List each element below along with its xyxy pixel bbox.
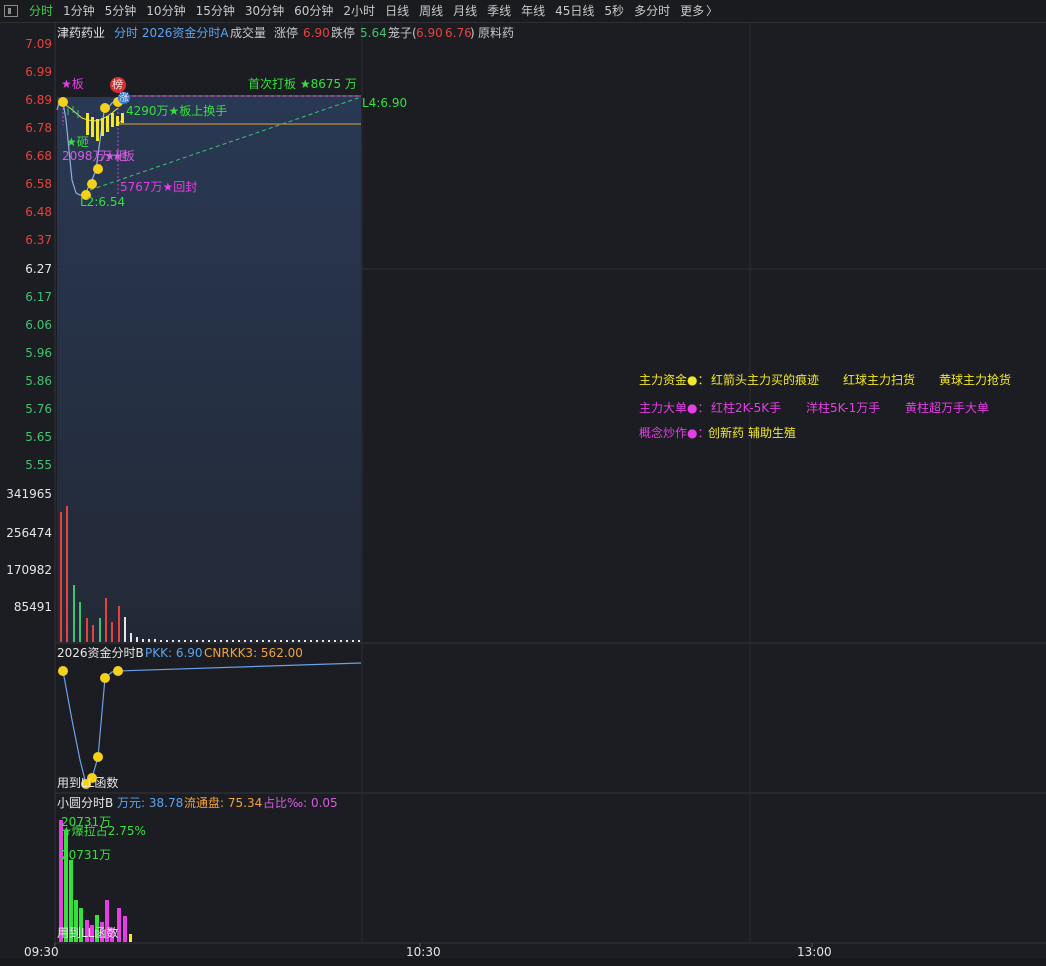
volume-tick: 341965 (6, 487, 52, 501)
time-tick: 09:30 (24, 945, 59, 959)
rank-badge: 榜 (112, 78, 123, 91)
price-tick: 6.48 (25, 205, 52, 219)
cage-value-2: 6.76 (445, 26, 472, 40)
cage-label: 笼子( (388, 26, 417, 40)
price-tick: 6.58 (25, 177, 52, 191)
volume-tick: 256474 (6, 526, 52, 540)
price-tick: 6.78 (25, 121, 52, 135)
volume-tick: 170982 (6, 563, 52, 577)
legend-title-concept: 概念炒作●： (639, 426, 710, 440)
price-tick: 6.99 (25, 65, 52, 79)
legend-item: 黄球主力抢货 (939, 373, 1012, 387)
l4-label: L4:6.90 (362, 96, 408, 110)
legend-item: 红柱2K-5K手 (711, 401, 782, 415)
chart-canvas (54, 22, 1046, 947)
legend-item: 红箭头主力买的痕迹 (711, 373, 820, 387)
burst-label: ★爆拉占2.75% (61, 824, 146, 838)
time-tick: 10:30 (406, 945, 441, 959)
price-tick: 5.96 (25, 346, 52, 360)
legend-title-orders: 主力大单●： (639, 401, 710, 415)
l2-label: L2:6.54 (80, 195, 126, 209)
price-marker (87, 179, 97, 189)
price-tick: 6.89 (25, 93, 52, 107)
pkk-marker (100, 673, 110, 683)
pkk-marker (58, 666, 68, 676)
price-marker (100, 103, 110, 113)
cage-close: ) (470, 26, 475, 40)
price-tick: 6.68 (25, 149, 52, 163)
price-tick: 5.76 (25, 402, 52, 416)
panel-c-title[interactable]: 小圆分时B (57, 796, 113, 810)
legend-item: 辅助生殖 (748, 426, 797, 440)
panel-c-footer: 用到LL函数 (57, 926, 119, 940)
small-circle-bars (59, 820, 132, 942)
indicator-name[interactable]: 分时 2026资金分时A (114, 26, 229, 40)
legend-item: 创新药 (708, 426, 745, 440)
price-tick: 7.09 (25, 37, 52, 51)
float-value: 流通盘: 75.34 (184, 796, 263, 810)
limit-down-value: 5.64 (360, 26, 387, 40)
price-tick: 6.06 (25, 318, 52, 332)
pkk-marker (93, 752, 103, 762)
concept-label: 原料药 (478, 26, 515, 40)
time-tick: 13:00 (797, 945, 832, 959)
volume-tick: 85491 (13, 600, 52, 614)
cage-value-1: 6.90 (416, 26, 443, 40)
board2-label: 万★板 (100, 149, 135, 163)
panel-b-footer: 用到LL函数 (57, 776, 119, 790)
first-board-label: 首次打板 ★8675 万 (248, 77, 357, 91)
price-tick: 6.37 (25, 233, 52, 247)
price-tick: 6.27 (25, 262, 52, 276)
limit-up-label: 涨停 (274, 26, 299, 40)
wanyuan-value: 万元: 38.78 (117, 796, 184, 810)
legend-item: 红球主力扫货 (843, 373, 916, 387)
stock-name: 津药药业 (57, 26, 106, 40)
bottom-tab-strip (0, 958, 1046, 966)
limit-down-label: 跌停 (331, 26, 356, 40)
limit-up-value: 6.90 (303, 26, 330, 40)
ratio-value: 占比‰: 0.05 (263, 796, 338, 810)
pkk-marker (113, 666, 123, 676)
price-tick: 5.55 (25, 458, 52, 472)
price-marker (93, 164, 103, 174)
cnrkk-value: CNRKK3: 562.00 (204, 646, 303, 660)
reseal-label: 5767万★回封 (120, 180, 198, 194)
price-marker (58, 97, 68, 107)
board-star-label: ★板 (61, 77, 84, 91)
price-tick: 5.86 (25, 374, 52, 388)
legend-item: 洋柱5K-1万手 (806, 401, 881, 415)
amount2-label: 20731万 (61, 848, 112, 862)
pkk-value: PKK: 6.90 (145, 646, 203, 660)
panel-b-title[interactable]: 2026资金分时B (57, 646, 144, 660)
shaded-area (57, 97, 361, 642)
legend-item: 黄柱超万手大单 (905, 401, 990, 415)
price-tick: 5.65 (25, 430, 52, 444)
legend-title-capital: 主力资金●： (639, 373, 710, 387)
volume-label: 成交量 (230, 26, 267, 40)
smash-star-label: ★砸 (66, 135, 89, 149)
board-turnover-label: 4290万★板上换手 (126, 104, 228, 118)
price-tick: 6.17 (25, 290, 52, 304)
